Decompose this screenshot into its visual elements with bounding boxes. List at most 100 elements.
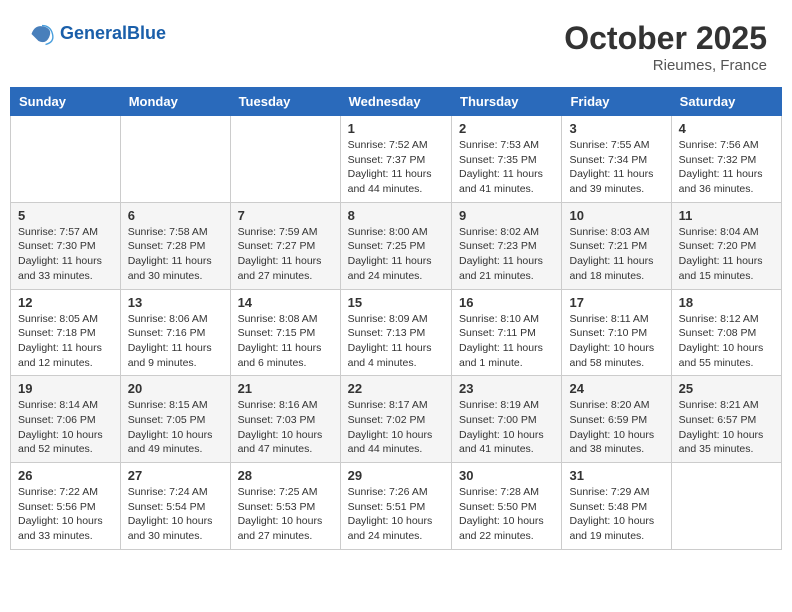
calendar-cell: 1 Sunrise: 7:52 AM Sunset: 7:37 PM Daylig… [340,116,451,203]
weekday-header-friday: Friday [562,88,671,116]
day-info: Sunrise: 8:04 AM Sunset: 7:20 PM Dayligh… [679,225,774,284]
weekday-header-monday: Monday [120,88,230,116]
day-info: Sunrise: 7:59 AM Sunset: 7:27 PM Dayligh… [238,225,333,284]
calendar-cell: 19Sunrise: 8:14 AM Sunset: 7:06 PM Dayli… [11,376,121,463]
day-number: 24 [569,381,663,396]
calendar-header-row: SundayMondayTuesdayWednesdayThursdayFrid… [11,88,782,116]
day-info: Sunrise: 7:29 AM Sunset: 5:48 PM Dayligh… [569,485,663,544]
day-number: 2 [459,121,554,136]
day-number: 15 [348,295,444,310]
day-info: Sunrise: 7:53 AM Sunset: 7:35 PM Dayligh… [459,138,554,197]
day-number: 20 [128,381,223,396]
day-number: 7 [238,208,333,223]
day-number: 22 [348,381,444,396]
calendar-cell: 14Sunrise: 8:08 AM Sunset: 7:15 PM Dayli… [230,289,340,376]
day-info: Sunrise: 7:26 AM Sunset: 5:51 PM Dayligh… [348,485,444,544]
weekday-header-tuesday: Tuesday [230,88,340,116]
day-number: 13 [128,295,223,310]
calendar-cell [120,116,230,203]
day-info: Sunrise: 8:10 AM Sunset: 7:11 PM Dayligh… [459,312,554,371]
day-info: Sunrise: 7:24 AM Sunset: 5:54 PM Dayligh… [128,485,223,544]
calendar-cell: 10 Sunrise: 8:03 AM Sunset: 7:21 PM Dayli… [562,202,671,289]
day-number: 23 [459,381,554,396]
calendar-cell: 7 Sunrise: 7:59 AM Sunset: 7:27 PM Daylig… [230,202,340,289]
day-info: Sunrise: 7:22 AM Sunset: 5:56 PM Dayligh… [18,485,113,544]
calendar-cell: 17 Sunrise: 8:11 AM Sunset: 7:10 PM Dayli… [562,289,671,376]
day-number: 31 [569,468,663,483]
calendar-week-row: 1 Sunrise: 7:52 AM Sunset: 7:37 PM Daylig… [11,116,782,203]
calendar-cell: 12 Sunrise: 8:05 AM Sunset: 7:18 PM Dayli… [11,289,121,376]
day-info: Sunrise: 8:11 AM Sunset: 7:10 PM Dayligh… [569,312,663,371]
location: Rieumes, France [564,57,767,74]
calendar-week-row: 12 Sunrise: 8:05 AM Sunset: 7:18 PM Dayli… [11,289,782,376]
day-info: Sunrise: 7:28 AM Sunset: 5:50 PM Dayligh… [459,485,554,544]
day-number: 11 [679,208,774,223]
calendar-cell: 24 Sunrise: 8:20 AM Sunset: 6:59 PM Dayli… [562,376,671,463]
calendar-cell: 22 Sunrise: 8:17 AM Sunset: 7:02 PM Dayli… [340,376,451,463]
calendar-cell: 8 Sunrise: 8:00 AM Sunset: 7:25 PM Daylig… [340,202,451,289]
calendar-cell [230,116,340,203]
day-info: Sunrise: 8:06 AM Sunset: 7:16 PM Dayligh… [128,312,223,371]
calendar-cell [671,463,781,550]
logo-general: General [60,23,127,43]
calendar-cell [11,116,121,203]
calendar-cell: 27 Sunrise: 7:24 AM Sunset: 5:54 PM Dayli… [120,463,230,550]
calendar-cell: 31 Sunrise: 7:29 AM Sunset: 5:48 PM Dayli… [562,463,671,550]
page-header: GeneralBlue October 2025 Rieumes, France [10,10,782,79]
day-number: 21 [238,381,333,396]
day-number: 18 [679,295,774,310]
day-info: Sunrise: 8:00 AM Sunset: 7:25 PM Dayligh… [348,225,444,284]
calendar-cell: 4 Sunrise: 7:56 AM Sunset: 7:32 PM Daylig… [671,116,781,203]
day-info: Sunrise: 8:05 AM Sunset: 7:18 PM Dayligh… [18,312,113,371]
day-info: Sunrise: 7:55 AM Sunset: 7:34 PM Dayligh… [569,138,663,197]
calendar-week-row: 5Sunrise: 7:57 AM Sunset: 7:30 PM Daylig… [11,202,782,289]
day-info: Sunrise: 8:03 AM Sunset: 7:21 PM Dayligh… [569,225,663,284]
day-info: Sunrise: 7:52 AM Sunset: 7:37 PM Dayligh… [348,138,444,197]
calendar-cell: 30Sunrise: 7:28 AM Sunset: 5:50 PM Dayli… [452,463,562,550]
calendar-table: SundayMondayTuesdayWednesdayThursdayFrid… [10,87,782,550]
day-info: Sunrise: 8:16 AM Sunset: 7:03 PM Dayligh… [238,398,333,457]
day-number: 29 [348,468,444,483]
month-title: October 2025 [564,20,767,57]
weekday-header-thursday: Thursday [452,88,562,116]
logo-icon [28,20,56,48]
calendar-cell: 5Sunrise: 7:57 AM Sunset: 7:30 PM Daylig… [11,202,121,289]
day-number: 17 [569,295,663,310]
calendar-cell: 25Sunrise: 8:21 AM Sunset: 6:57 PM Dayli… [671,376,781,463]
calendar-cell: 6 Sunrise: 7:58 AM Sunset: 7:28 PM Daylig… [120,202,230,289]
weekday-header-sunday: Sunday [11,88,121,116]
logo: GeneralBlue [25,20,166,48]
day-info: Sunrise: 8:17 AM Sunset: 7:02 PM Dayligh… [348,398,444,457]
day-number: 4 [679,121,774,136]
weekday-header-wednesday: Wednesday [340,88,451,116]
day-info: Sunrise: 8:02 AM Sunset: 7:23 PM Dayligh… [459,225,554,284]
day-number: 6 [128,208,223,223]
day-info: Sunrise: 8:08 AM Sunset: 7:15 PM Dayligh… [238,312,333,371]
calendar-cell: 28Sunrise: 7:25 AM Sunset: 5:53 PM Dayli… [230,463,340,550]
calendar-cell: 26Sunrise: 7:22 AM Sunset: 5:56 PM Dayli… [11,463,121,550]
day-info: Sunrise: 7:56 AM Sunset: 7:32 PM Dayligh… [679,138,774,197]
calendar-cell: 21 Sunrise: 8:16 AM Sunset: 7:03 PM Dayli… [230,376,340,463]
logo-blue: Blue [127,23,166,43]
day-number: 9 [459,208,554,223]
calendar-cell: 2 Sunrise: 7:53 AM Sunset: 7:35 PM Daylig… [452,116,562,203]
calendar-cell: 11 Sunrise: 8:04 AM Sunset: 7:20 PM Dayli… [671,202,781,289]
day-info: Sunrise: 7:25 AM Sunset: 5:53 PM Dayligh… [238,485,333,544]
weekday-header-saturday: Saturday [671,88,781,116]
day-number: 27 [128,468,223,483]
day-info: Sunrise: 7:58 AM Sunset: 7:28 PM Dayligh… [128,225,223,284]
calendar-cell: 3Sunrise: 7:55 AM Sunset: 7:34 PM Daylig… [562,116,671,203]
calendar-cell: 29 Sunrise: 7:26 AM Sunset: 5:51 PM Dayli… [340,463,451,550]
day-number: 8 [348,208,444,223]
day-number: 25 [679,381,774,396]
day-info: Sunrise: 8:20 AM Sunset: 6:59 PM Dayligh… [569,398,663,457]
day-info: Sunrise: 8:19 AM Sunset: 7:00 PM Dayligh… [459,398,554,457]
day-number: 12 [18,295,113,310]
day-info: Sunrise: 7:57 AM Sunset: 7:30 PM Dayligh… [18,225,113,284]
day-info: Sunrise: 8:09 AM Sunset: 7:13 PM Dayligh… [348,312,444,371]
calendar-week-row: 26Sunrise: 7:22 AM Sunset: 5:56 PM Dayli… [11,463,782,550]
day-number: 1 [348,121,444,136]
day-number: 19 [18,381,113,396]
calendar-cell: 23 Sunrise: 8:19 AM Sunset: 7:00 PM Dayli… [452,376,562,463]
day-number: 10 [569,208,663,223]
